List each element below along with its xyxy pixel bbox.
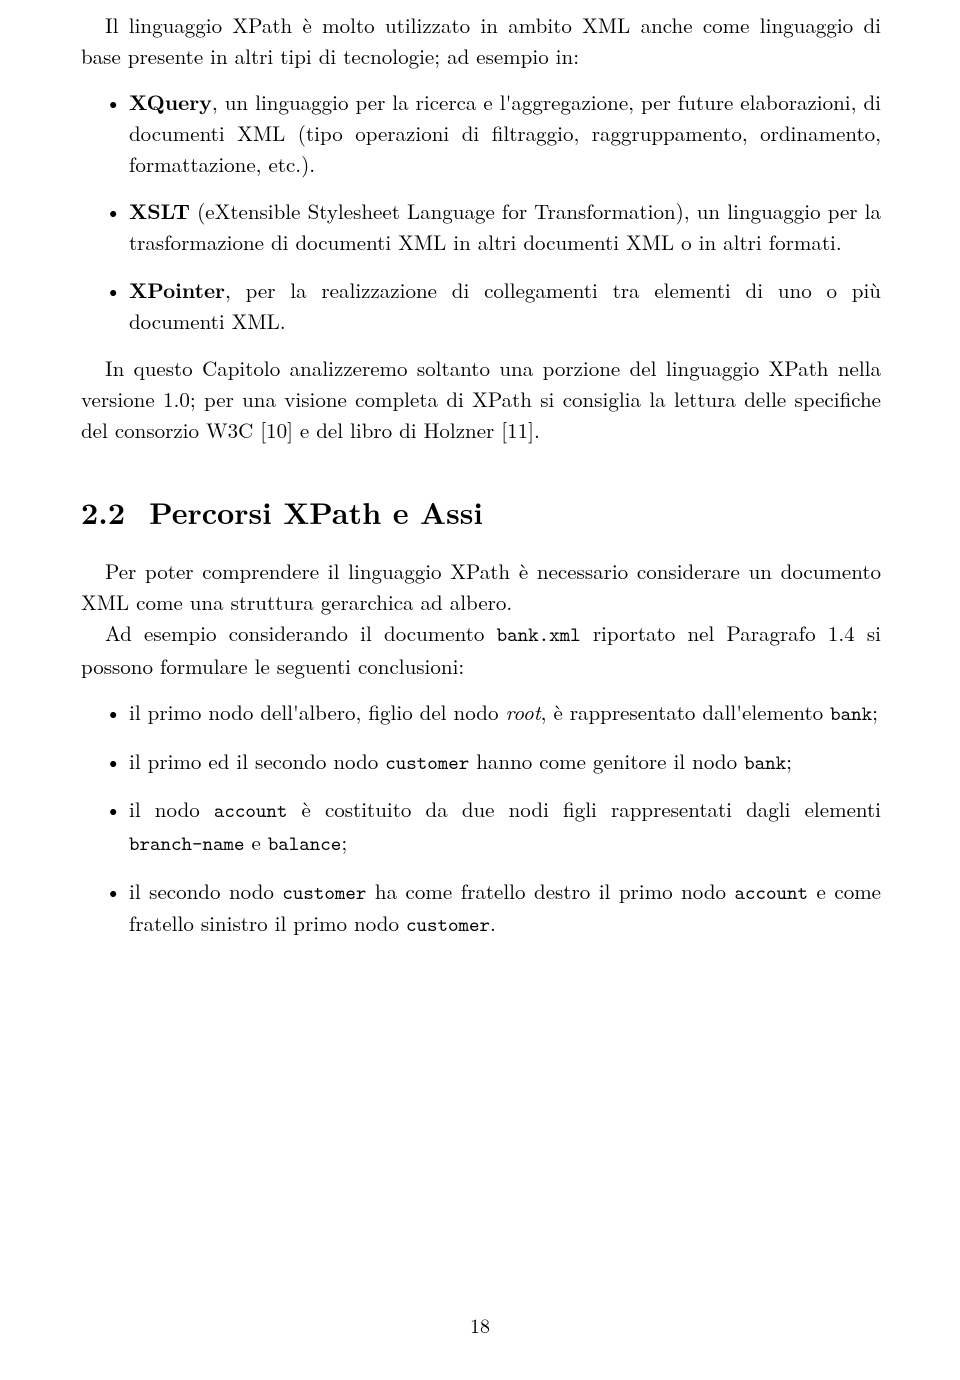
list-1-item-3-text: , per la realizzazione di collegamenti t… <box>129 275 881 336</box>
list-2-item-4: • il secondo nodo customer ha come frate… <box>81 876 881 941</box>
page: Il linguaggio XPath è molto utilizzato i… <box>0 0 960 1380</box>
list-2-item-1-e: ; <box>872 697 878 727</box>
list-2-item-3-branch: branch-name <box>129 831 245 857</box>
list-2-item-4-c: ha come fratello destro il primo nodo <box>366 876 734 906</box>
list-2-item-3-account: account <box>214 798 288 824</box>
page-number: 18 <box>0 1310 960 1340</box>
list-2-item-1-root: root <box>505 697 540 727</box>
list-2-item-3-e: e <box>245 827 268 857</box>
list-2-item-3: • il nodo account è costituito da due no… <box>81 794 881 859</box>
list-2-item-4-customer2: customer <box>406 912 490 938</box>
list-2-item-2-customer: customer <box>385 750 469 776</box>
list-2-item-3-g: ; <box>341 827 347 857</box>
list-2-item-1-bank: bank <box>830 701 872 727</box>
section-heading: 2.2 Percorsi XPath e Assi <box>81 490 881 534</box>
list-1: • XQuery, un linguaggio per la ricerca e… <box>81 87 881 337</box>
list-2-item-1: • il primo nodo dell'albero, figlio del … <box>81 697 881 730</box>
list-2-item-2-c: hanno come genitore il nodo <box>469 746 744 776</box>
bullet-icon: • <box>105 794 121 825</box>
list-2-item-4-account: account <box>735 880 809 906</box>
paragraph-3b-part1: Ad esempio considerando il documento <box>105 618 497 648</box>
list-2-item-1-a: il primo nodo dell'albero, figlio del no… <box>129 697 505 727</box>
list-1-item-1: • XQuery, un linguaggio per la ricerca e… <box>81 87 881 180</box>
list-1-item-1-term: XQuery <box>129 87 212 117</box>
list-2: • il primo nodo dell'albero, figlio del … <box>81 697 881 941</box>
list-1-item-2-term: XSLT <box>129 196 190 226</box>
bullet-icon: • <box>105 87 121 118</box>
paragraph-3b: Ad esempio considerando il documento ban… <box>81 618 881 682</box>
list-2-item-4-g: . <box>490 908 496 938</box>
list-2-item-3-a: il nodo <box>129 794 214 824</box>
list-2-item-4-customer1: customer <box>282 880 366 906</box>
intro-paragraph: Il linguaggio XPath è molto utilizzato i… <box>81 10 881 72</box>
list-2-item-2: • il primo ed il secondo nodo customer h… <box>81 746 881 779</box>
section-number: 2.2 <box>81 490 125 533</box>
list-1-item-2-text: (eXtensible Stylesheet Language for Tran… <box>129 196 881 257</box>
list-2-item-4-a: il secondo nodo <box>129 876 282 906</box>
list-2-item-1-c: , è rappresentato dall'elemento <box>541 697 831 727</box>
bullet-icon: • <box>105 196 121 227</box>
bullet-icon: • <box>105 876 121 907</box>
bullet-icon: • <box>105 746 121 777</box>
list-1-item-3: • XPointer, per la realizzazione di coll… <box>81 275 881 337</box>
list-2-item-2-bank: bank <box>744 750 786 776</box>
section-title: Percorsi XPath e Assi <box>149 490 483 533</box>
list-1-item-2: • XSLT (eXtensible Stylesheet Language f… <box>81 196 881 258</box>
paragraph-2: In questo Capitolo analizzeremo soltanto… <box>81 353 881 446</box>
paragraph-3a: Per poter comprendere il linguaggio XPat… <box>81 556 881 618</box>
list-1-item-1-text: , un linguaggio per la ricerca e l'aggre… <box>129 87 881 179</box>
list-2-item-2-a: il primo ed il secondo nodo <box>129 746 385 776</box>
bullet-icon: • <box>105 275 121 306</box>
code-bank-xml: bank.xml <box>497 622 581 648</box>
list-2-item-2-e: ; <box>786 746 792 776</box>
bullet-icon: • <box>105 697 121 728</box>
list-1-item-3-term: XPointer <box>129 275 225 305</box>
list-2-item-3-c: è costituito da due nodi figli rappresen… <box>287 794 881 824</box>
list-2-item-3-balance: balance <box>268 831 342 857</box>
